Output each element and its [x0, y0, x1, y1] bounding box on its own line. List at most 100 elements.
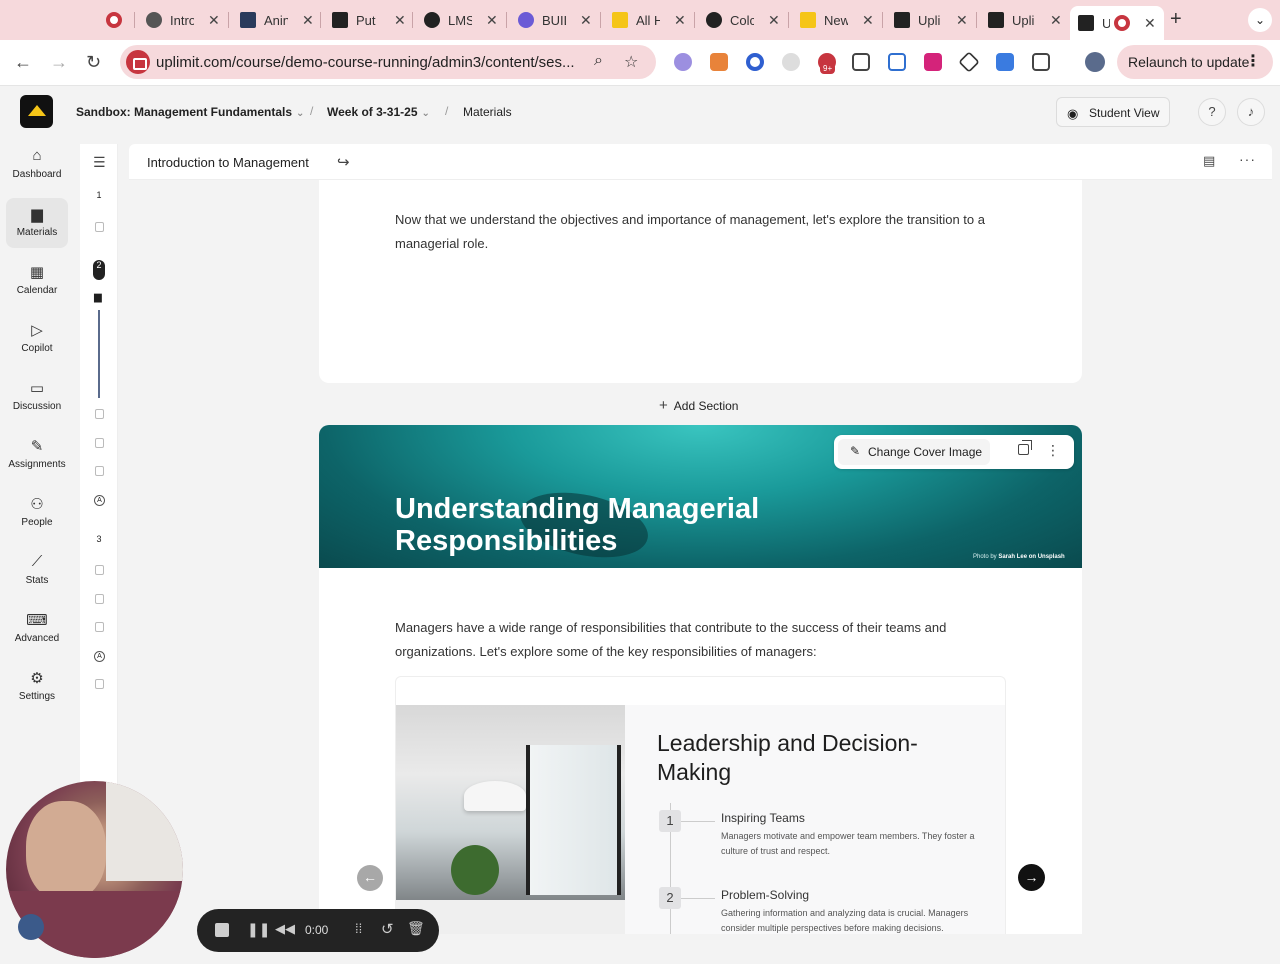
nav-copilot[interactable]: ▷ Copilot — [6, 314, 68, 364]
extension-icon[interactable] — [674, 53, 692, 71]
tab-search-chevron-icon[interactable]: ⌄ — [1248, 8, 1272, 32]
step-title: Inspiring Teams — [721, 811, 805, 825]
nav-advanced[interactable]: ⌨ Advanced — [6, 604, 68, 654]
new-tab-button[interactable]: + — [1170, 8, 1182, 31]
zoom-icon[interactable]: ⌕ — [594, 52, 603, 70]
browser-tab-recording[interactable] — [98, 6, 138, 34]
close-tab-icon[interactable]: ✕ — [862, 12, 874, 29]
close-tab-icon[interactable]: ✕ — [674, 12, 686, 29]
more-options-icon[interactable]: ··· — [1239, 151, 1256, 167]
close-tab-icon[interactable]: ✕ — [1144, 15, 1156, 32]
extension-icon[interactable] — [782, 53, 800, 71]
breadcrumb-week[interactable]: Week of 3-31-25 ⌄ — [327, 105, 430, 119]
user-avatar[interactable] — [18, 914, 44, 940]
camera-recording-icon[interactable] — [126, 50, 150, 74]
address-bar[interactable]: uplimit.com/course/demo-course-running/a… — [120, 45, 656, 79]
carousel-next-button[interactable]: → — [1018, 864, 1045, 891]
relaunch-button[interactable]: Relaunch to update ⋮ — [1117, 45, 1273, 79]
browser-tab[interactable]: Intro ✕ — [138, 6, 228, 34]
bell-icon[interactable]: ♪ — [1237, 98, 1265, 126]
outline-page-icon[interactable] — [95, 679, 104, 689]
app-header: Sandbox: Management Fundamentals ⌄ / Week… — [0, 86, 1280, 138]
url-text[interactable]: uplimit.com/course/demo-course-running/a… — [156, 54, 575, 71]
close-tab-icon[interactable]: ✕ — [956, 12, 968, 29]
browser-tab[interactable]: LMS ✕ — [416, 6, 506, 34]
nav-dashboard[interactable]: ⌂ Dashboard — [6, 140, 68, 190]
back-arrow-icon[interactable]: ← — [14, 52, 32, 73]
pause-icon[interactable]: ❚❚ — [247, 921, 270, 938]
bookmark-star-icon[interactable]: ☆ — [624, 52, 638, 72]
extension-icon[interactable] — [924, 53, 942, 71]
extension-icon[interactable] — [888, 53, 906, 71]
browser-tab[interactable]: Put ✕ — [324, 6, 414, 34]
stop-icon[interactable] — [215, 923, 229, 937]
nav-people[interactable]: ⚇ People — [6, 488, 68, 538]
browser-tab[interactable]: Anin ✕ — [232, 6, 322, 34]
outline-section-number[interactable]: 3 — [93, 534, 105, 554]
close-tab-icon[interactable]: ✕ — [1050, 12, 1062, 29]
briefcase-icon[interactable]: ▤ — [1203, 153, 1215, 169]
forward-arrow-icon[interactable]: → — [50, 52, 68, 73]
record-icon — [1114, 15, 1130, 31]
browser-tab[interactable]: Upli ✕ — [886, 6, 976, 34]
outline-page-icon[interactable] — [95, 222, 104, 232]
change-cover-image-button[interactable]: ✎ Change Cover Image — [838, 439, 990, 465]
screenshot-icon[interactable] — [852, 53, 870, 71]
extension-icon[interactable] — [996, 53, 1014, 71]
nav-stats[interactable]: ⟋ Stats — [6, 546, 68, 596]
extension-icon[interactable] — [746, 53, 764, 71]
nav-materials[interactable]: ▆ Materials — [6, 198, 68, 248]
reload-icon[interactable]: ↻ — [86, 52, 101, 73]
browser-tab[interactable]: Colc ✕ — [698, 6, 788, 34]
nav-assignments[interactable]: ✎ Assignments — [6, 430, 68, 480]
rewind-icon[interactable]: ◀◀ — [275, 921, 295, 937]
book-icon[interactable]: ▆ — [94, 292, 102, 303]
profile-avatar[interactable] — [1085, 52, 1105, 72]
section-card: Understanding Managerial Responsibilitie… — [319, 425, 1082, 934]
outline-quiz-icon[interactable]: A — [94, 651, 105, 662]
outline-page-icon[interactable] — [95, 622, 104, 632]
nav-calendar[interactable]: ▦ Calendar — [6, 256, 68, 306]
student-view-button[interactable]: ◉ Student View — [1056, 97, 1170, 127]
close-tab-icon[interactable]: ✕ — [768, 12, 780, 29]
close-tab-icon[interactable]: ✕ — [302, 12, 314, 29]
duplicate-icon[interactable] — [1018, 440, 1032, 455]
outline-page-icon[interactable] — [95, 466, 104, 476]
close-tab-icon[interactable]: ✕ — [394, 12, 406, 29]
hamburger-menu-icon[interactable]: ☰ — [93, 154, 106, 171]
section-card: Now that we understand the objectives an… — [319, 180, 1082, 383]
close-tab-icon[interactable]: ✕ — [486, 12, 498, 29]
add-section-button[interactable]: + Add Section — [659, 397, 738, 414]
slide-title: Leadership and Decision-Making — [657, 730, 918, 785]
outline-page-icon[interactable] — [95, 409, 104, 419]
kebab-menu-icon[interactable]: ⋮ — [1245, 51, 1261, 71]
carousel-prev-button[interactable]: ← — [357, 865, 383, 891]
help-button[interactable]: ? — [1198, 98, 1226, 126]
outline-page-icon[interactable] — [95, 438, 104, 448]
nav-settings[interactable]: ⚙ Settings — [6, 662, 68, 712]
outline-quiz-icon[interactable]: A — [94, 495, 105, 506]
outline-page-icon[interactable] — [95, 594, 104, 604]
outline-page-icon[interactable] — [95, 565, 104, 575]
breadcrumb-section[interactable]: Materials — [463, 105, 512, 119]
browser-tab-active[interactable]: U ✕ — [1070, 6, 1164, 40]
browser-tab[interactable]: All H ✕ — [604, 6, 694, 34]
nav-discussion[interactable]: ▭ Discussion — [6, 372, 68, 422]
browser-tab[interactable]: Upli ✕ — [980, 6, 1070, 34]
restart-icon[interactable]: ↺ — [381, 920, 394, 938]
metamask-icon[interactable] — [710, 53, 728, 71]
outline-section-number[interactable]: 2 — [93, 260, 105, 280]
grid-icon[interactable]: ⁞⁞ — [355, 921, 362, 936]
browser-tab[interactable]: BUIL✕ — [510, 6, 600, 34]
close-tab-icon[interactable]: ✕ — [208, 12, 220, 29]
browser-tab[interactable]: New ✕ — [792, 6, 882, 34]
puzzle-icon[interactable] — [1032, 53, 1050, 71]
uplimit-logo[interactable] — [20, 95, 53, 128]
trash-icon[interactable]: 🗑 — [407, 920, 425, 937]
close-tab-icon[interactable]: ✕ — [580, 12, 592, 29]
breadcrumb-course[interactable]: Sandbox: Management Fundamentals ⌄ — [76, 105, 304, 119]
kebab-menu-icon[interactable]: ⋮ — [1046, 442, 1060, 459]
share-icon[interactable]: ↪ — [337, 153, 350, 171]
outline-section-number[interactable]: 1 — [93, 190, 105, 210]
extension-icon[interactable] — [958, 51, 980, 73]
